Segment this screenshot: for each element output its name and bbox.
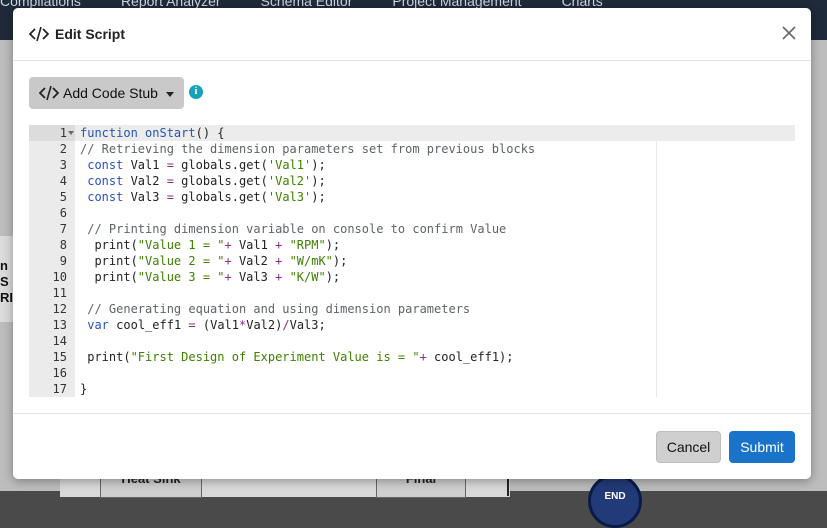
code-text: print("Value 1 = "+ Val1 + "RPM");	[80, 238, 341, 252]
code-line: 17}	[29, 381, 795, 397]
line-number: 7	[59, 222, 67, 236]
line-number: 8	[59, 238, 67, 252]
code-text: // Printing dimension variable on consol…	[87, 222, 507, 236]
code-text: print("Value 3 = "+ Val3 + "K/W");	[80, 270, 341, 284]
info-icon[interactable]: i	[189, 85, 203, 99]
line-number: 5	[59, 190, 67, 204]
code-text: const Val3 = globals.get('Val3');	[87, 190, 326, 204]
add-code-stub-label: Add Code Stub	[63, 85, 158, 101]
code-line: 9 print("Value 2 = "+ Val2 + "W/mK");	[29, 253, 795, 269]
line-number: 14	[52, 334, 67, 348]
modal-title: Edit Script	[55, 26, 126, 42]
line-number: 6	[59, 206, 67, 220]
code-icon	[29, 26, 49, 42]
code-text: function onStart() {	[80, 126, 225, 140]
line-number: 17	[52, 382, 67, 396]
code-line: 7 // Printing dimension variable on cons…	[29, 221, 795, 237]
code-text: // Retrieving the dimension parameters s…	[80, 142, 536, 156]
close-icon[interactable]	[782, 26, 796, 40]
line-number: 12	[52, 302, 67, 316]
line-number: 3	[59, 158, 67, 172]
line-number: 4	[59, 174, 67, 188]
code-text: }	[80, 382, 88, 396]
code-line: 8 print("Value 1 = "+ Val1 + "RPM");	[29, 237, 795, 253]
add-code-stub-dropdown[interactable]: Add Code Stub	[29, 77, 184, 109]
line-number: 15	[52, 350, 67, 364]
code-line: 4 const Val2 = globals.get('Val2');	[29, 173, 795, 189]
code-line: 13 var cool_eff1 = (Val1*Val2)/Val3;	[29, 317, 795, 333]
code-lines: 1 function onStart() {2 // Retrieving the …	[29, 125, 795, 397]
code-icon	[39, 85, 61, 101]
line-number: 2	[59, 142, 67, 156]
code-line: 1 function onStart() {	[29, 125, 795, 141]
submit-button[interactable]: Submit	[729, 431, 795, 463]
code-line: 12 // Generating equation and using dime…	[29, 301, 795, 317]
code-text: const Val2 = globals.get('Val2');	[87, 174, 326, 188]
line-number: 11	[52, 286, 67, 300]
line-number: 10	[52, 270, 67, 284]
code-line: 11	[29, 285, 795, 301]
code-line: 10 print("Value 3 = "+ Val3 + "K/W");	[29, 269, 795, 285]
modal-body: Add Code Stub i 1 function onStart() {2 //…	[13, 61, 811, 413]
code-text: print("Value 2 = "+ Val2 + "W/mK");	[80, 254, 348, 268]
code-text: var cool_eff1 = (Val1*Val2)/Val3;	[87, 318, 326, 332]
fold-arrow-icon[interactable]	[68, 131, 74, 135]
code-line: 15 print("First Design of Experiment Val…	[29, 349, 795, 365]
line-number: 16	[52, 366, 67, 380]
caret-down-icon	[165, 91, 174, 97]
code-text: print("First Design of Experiment Value …	[80, 350, 514, 364]
line-number: 13	[52, 318, 67, 332]
code-text: // Generating equation and using dimensi…	[87, 302, 471, 316]
modal-header: Edit Script	[13, 8, 811, 61]
code-line: 14	[29, 333, 795, 349]
code-line: 6	[29, 205, 795, 221]
code-line: 16	[29, 365, 795, 381]
code-line: 3 const Val1 = globals.get('Val1');	[29, 157, 795, 173]
code-text: const Val1 = globals.get('Val1');	[87, 158, 326, 172]
side-block: n S RI	[0, 236, 14, 322]
code-editor[interactable]: 1 function onStart() {2 // Retrieving the …	[29, 125, 795, 397]
code-line: 2 // Retrieving the dimension parameters …	[29, 141, 795, 157]
edit-script-modal: Edit Script Add Code Stub i 1 function o…	[13, 8, 811, 479]
code-line: 5 const Val3 = globals.get('Val3');	[29, 189, 795, 205]
modal-footer: Cancel Submit	[13, 413, 811, 479]
end-node: END	[588, 474, 642, 528]
line-number: 9	[59, 254, 67, 268]
cancel-button[interactable]: Cancel	[656, 431, 721, 463]
